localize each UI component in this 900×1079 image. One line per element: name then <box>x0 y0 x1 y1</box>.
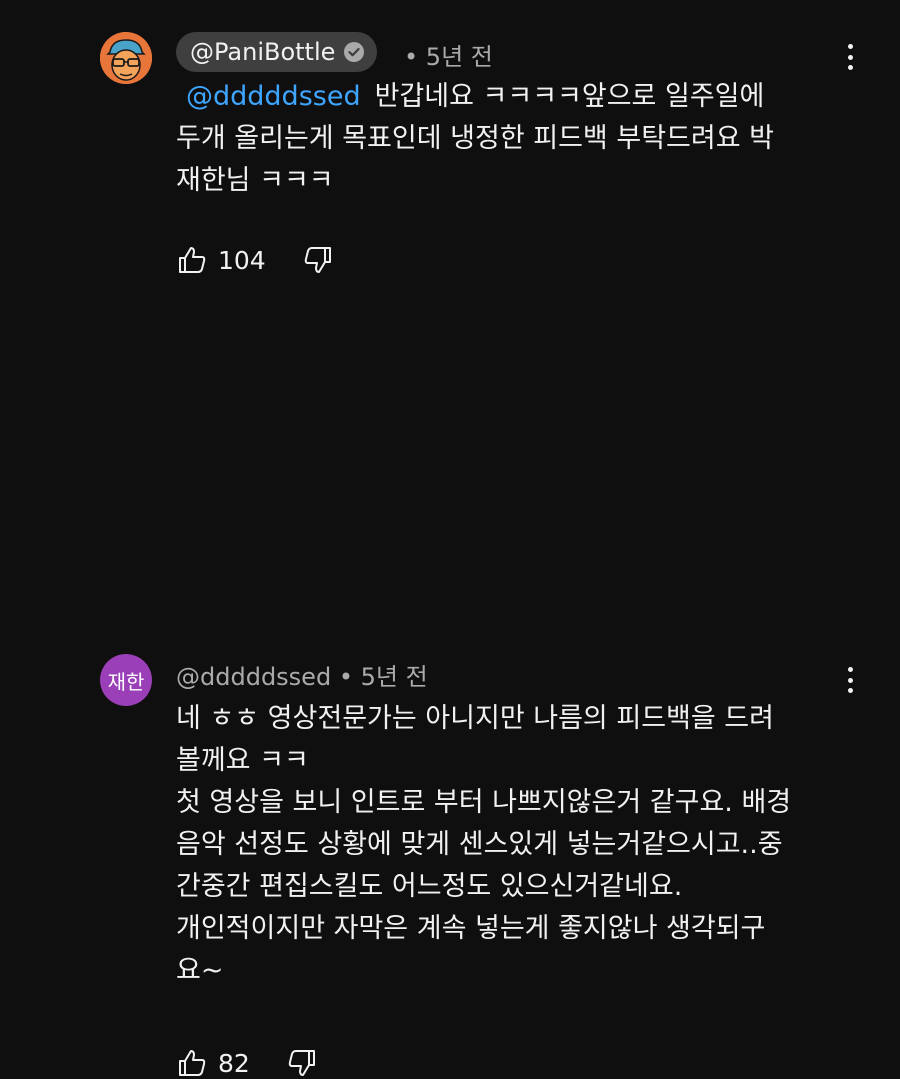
more-options-icon[interactable] <box>840 42 860 72</box>
comment-actions: 104 <box>176 244 334 276</box>
avatar-initials: 재한 <box>107 669 145 694</box>
comment-line: 음악 선정도 상황에 맞게 센스있게 넣는거같으시고..중 <box>176 829 783 860</box>
comment-actions: 82 <box>176 1047 318 1079</box>
comment-line: 첫 영상을 보니 인트로 부터 나쁘지않은거 같구요. 배경 <box>176 787 792 818</box>
like-count: 82 <box>218 1048 250 1078</box>
thumbs-down-icon[interactable] <box>302 244 334 276</box>
thumbs-up-icon[interactable] <box>176 244 208 276</box>
thumbs-down-icon[interactable] <box>286 1047 318 1079</box>
comment-meta: @dddddssed • 5년 전 <box>176 657 428 692</box>
comment-line: 볼께요 ㅋㅋ <box>176 745 309 776</box>
cartoon-face-avatar-icon <box>100 32 152 84</box>
comment-line: 요~ <box>176 955 224 986</box>
timestamp[interactable]: 5년 전 <box>361 663 428 691</box>
comment-line: 개인적이지만 자막은 계속 넣는게 좋지않나 생각되구 <box>176 913 766 944</box>
verified-check-icon <box>344 42 365 62</box>
author-name[interactable]: @PaniBottle <box>190 38 335 66</box>
comment-text: @dddddssed 반갑네요 ㅋㅋㅋㅋ앞으로 일주일에 두개 올리는게 목표인데… <box>176 76 856 202</box>
avatar[interactable]: 재한 <box>100 654 152 706</box>
separator: • <box>404 43 419 71</box>
comment-line: @dddddssed 반갑네요 ㅋㅋㅋㅋ앞으로 일주일에 <box>186 81 765 112</box>
comment: 재한 @dddddssed • 5년 전 네 ㅎㅎ 영상전문가는 아니지만 나름… <box>0 320 900 1078</box>
comment-line: 네 ㅎㅎ 영상전문가는 아니지만 나름의 피드백을 드려 <box>176 703 774 734</box>
author-name[interactable]: @dddddssed <box>176 663 331 691</box>
comment-meta: • 5년 전 <box>404 37 493 72</box>
avatar[interactable] <box>100 32 152 84</box>
thumbs-up-icon[interactable] <box>176 1047 208 1079</box>
separator: • <box>338 663 353 691</box>
comment-line: 두개 올리는게 목표인데 냉정한 피드백 부탁드려요 박 <box>176 123 774 154</box>
comment-line: 간중간 편집스킬도 어느정도 있으신거같네요. <box>176 871 683 902</box>
author-chip[interactable]: @PaniBottle <box>176 32 378 72</box>
like-count: 104 <box>218 245 266 275</box>
timestamp[interactable]: 5년 전 <box>426 43 493 71</box>
comment: @PaniBottle • 5년 전 @dddddssed 반갑네요 ㅋㅋㅋㅋ앞으… <box>0 0 900 300</box>
comment-text: 네 ㅎㅎ 영상전문가는 아니지만 나름의 피드백을 드려 볼께요 ㅋㅋ 첫 영상… <box>176 698 856 992</box>
comment-line: 재한님 ㅋㅋㅋ <box>176 165 334 196</box>
mention-link[interactable]: @dddddssed <box>186 81 361 112</box>
more-options-icon[interactable] <box>840 665 860 695</box>
